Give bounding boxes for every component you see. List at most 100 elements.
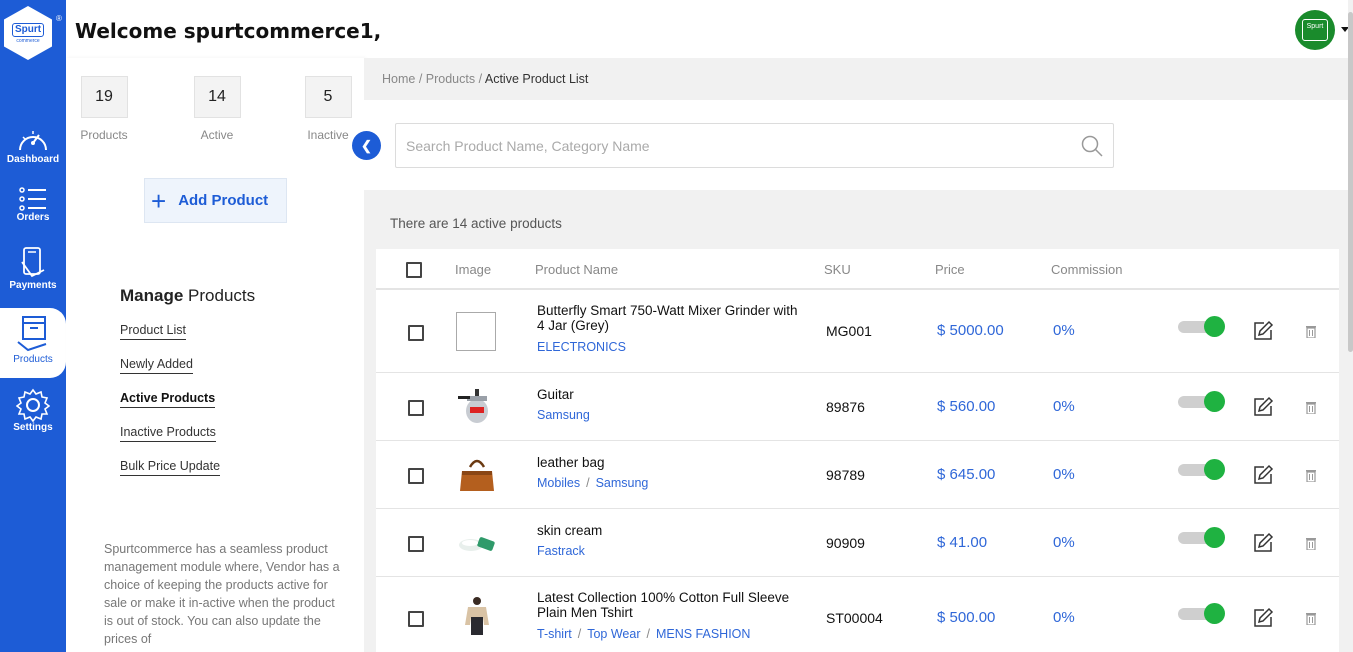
stat-value: 19 bbox=[80, 76, 128, 118]
stat-inactive: 5 Inactive bbox=[288, 76, 368, 142]
stat-label: Active bbox=[200, 128, 234, 142]
product-category: Samsung bbox=[537, 408, 590, 422]
status-toggle[interactable] bbox=[1178, 316, 1225, 338]
edit-icon[interactable] bbox=[1252, 396, 1274, 418]
product-name[interactable]: leather bag bbox=[537, 455, 807, 470]
category-link[interactable]: Fastrack bbox=[537, 544, 585, 558]
active-count-text: There are 14 active products bbox=[390, 216, 562, 231]
main-content: Home / Products / Active Product List Th… bbox=[364, 58, 1348, 652]
row-checkbox[interactable] bbox=[408, 536, 424, 552]
col-sku: SKU bbox=[824, 262, 851, 277]
status-toggle[interactable] bbox=[1178, 391, 1225, 413]
product-price: $ 645.00 bbox=[937, 466, 996, 483]
add-product-button[interactable]: + Add Product bbox=[144, 178, 287, 223]
spurt-logo[interactable]: Spurt commerce ® bbox=[4, 6, 62, 62]
table-row: skin cream Fastrack 90909 $ 41.00 0% bbox=[376, 509, 1339, 577]
category-sep: / bbox=[646, 627, 650, 641]
nav-settings[interactable]: Settings bbox=[0, 388, 66, 433]
nav-dashboard[interactable]: Dashboard bbox=[0, 126, 66, 165]
tshirt-image bbox=[465, 597, 489, 635]
category-link[interactable]: Top Wear bbox=[587, 627, 640, 641]
stat-active: 14 Active bbox=[177, 76, 257, 142]
product-price: $ 560.00 bbox=[937, 398, 996, 415]
registered-mark: ® bbox=[56, 14, 62, 23]
breadcrumb: Home / Products / Active Product List bbox=[382, 72, 588, 86]
status-toggle[interactable] bbox=[1178, 459, 1225, 481]
pressure-cooker-image bbox=[458, 389, 488, 423]
toggle-knob bbox=[1204, 391, 1225, 412]
breadcrumb-products[interactable]: Products bbox=[426, 72, 475, 86]
select-all-checkbox[interactable] bbox=[406, 262, 422, 278]
edit-icon[interactable] bbox=[1252, 607, 1274, 629]
category-sep: / bbox=[586, 476, 590, 490]
link-newly-added[interactable]: Newly Added bbox=[120, 357, 193, 374]
nav-payments[interactable]: Payments bbox=[0, 246, 66, 291]
user-avatar[interactable]: Spurt bbox=[1295, 10, 1335, 50]
plus-icon: + bbox=[151, 185, 167, 216]
table-header: Image Product Name SKU Price Commission bbox=[376, 249, 1339, 290]
category-link[interactable]: T-shirt bbox=[537, 627, 572, 641]
product-commission: 0% bbox=[1053, 322, 1075, 339]
breadcrumb-home[interactable]: Home bbox=[382, 72, 415, 86]
col-price: Price bbox=[935, 262, 965, 277]
nav-products[interactable]: Products bbox=[0, 308, 66, 378]
search-icon[interactable] bbox=[1081, 135, 1103, 157]
nav-label: Products bbox=[13, 354, 53, 365]
logo-hex: Spurt commerce bbox=[4, 6, 52, 60]
scrollbar-thumb[interactable] bbox=[1348, 12, 1353, 352]
status-toggle[interactable] bbox=[1178, 527, 1225, 549]
product-commission: 0% bbox=[1053, 398, 1075, 415]
edit-icon[interactable] bbox=[1252, 464, 1274, 486]
category-link[interactable]: MENS FASHION bbox=[656, 627, 750, 641]
trash-icon[interactable] bbox=[1305, 469, 1317, 482]
collapse-panel-button[interactable]: ❮ bbox=[352, 131, 381, 160]
scrollbar[interactable] bbox=[1348, 0, 1353, 652]
category-link[interactable]: ELECTRONICS bbox=[537, 340, 626, 354]
category-link[interactable]: Samsung bbox=[596, 476, 649, 490]
toggle-knob bbox=[1204, 527, 1225, 548]
category-link[interactable]: Samsung bbox=[537, 408, 590, 422]
nav-label: Payments bbox=[9, 280, 57, 291]
welcome-text: Welcome spurtcommerce1, bbox=[75, 19, 382, 43]
product-price: $ 5000.00 bbox=[937, 322, 1004, 339]
manage-products-title: Manage Products bbox=[120, 286, 255, 306]
breadcrumb-sep: / bbox=[418, 72, 426, 86]
row-checkbox[interactable] bbox=[408, 468, 424, 484]
product-commission: 0% bbox=[1053, 609, 1075, 626]
side-nav: Spurt commerce ® Dashboard Orders Paymen… bbox=[0, 0, 66, 652]
trash-icon[interactable] bbox=[1305, 537, 1317, 550]
edit-icon[interactable] bbox=[1252, 532, 1274, 554]
product-price: $ 500.00 bbox=[937, 609, 996, 626]
handbag-image bbox=[460, 459, 494, 491]
trash-icon[interactable] bbox=[1305, 401, 1317, 414]
product-category: T-shirt / Top Wear / MENS FASHION bbox=[537, 627, 750, 641]
product-name[interactable]: skin cream bbox=[537, 523, 807, 538]
product-sku: MG001 bbox=[826, 323, 872, 339]
product-name[interactable]: Latest Collection 100% Cotton Full Sleev… bbox=[537, 590, 807, 620]
link-active-products[interactable]: Active Products bbox=[120, 391, 216, 408]
product-sku: 90909 bbox=[826, 535, 865, 551]
row-checkbox[interactable] bbox=[408, 325, 424, 341]
product-name[interactable]: Butterfly Smart 750-Watt Mixer Grinder w… bbox=[537, 303, 807, 333]
top-header: Welcome spurtcommerce1, Spurt bbox=[66, 0, 1353, 58]
link-inactive-products[interactable]: Inactive Products bbox=[120, 425, 216, 442]
trash-icon[interactable] bbox=[1305, 612, 1317, 625]
link-product-list[interactable]: Product List bbox=[120, 323, 187, 340]
product-name[interactable]: Guitar bbox=[537, 387, 807, 402]
nav-orders[interactable]: Orders bbox=[0, 186, 66, 223]
edit-icon[interactable] bbox=[1252, 320, 1274, 342]
status-toggle[interactable] bbox=[1178, 603, 1225, 625]
toggle-knob bbox=[1204, 459, 1225, 480]
row-checkbox[interactable] bbox=[408, 400, 424, 416]
box-icon bbox=[17, 316, 47, 352]
search-input[interactable] bbox=[396, 124, 1066, 167]
trash-icon[interactable] bbox=[1305, 325, 1317, 338]
category-link[interactable]: Mobiles bbox=[537, 476, 580, 490]
stat-products: 19 Products bbox=[64, 76, 144, 142]
product-sku: ST00004 bbox=[826, 610, 883, 626]
product-commission: 0% bbox=[1053, 534, 1075, 551]
table-row: Guitar Samsung 89876 $ 560.00 0% bbox=[376, 373, 1339, 441]
row-checkbox[interactable] bbox=[408, 611, 424, 627]
broken-image bbox=[456, 312, 496, 351]
link-bulk-price-update[interactable]: Bulk Price Update bbox=[120, 459, 221, 476]
